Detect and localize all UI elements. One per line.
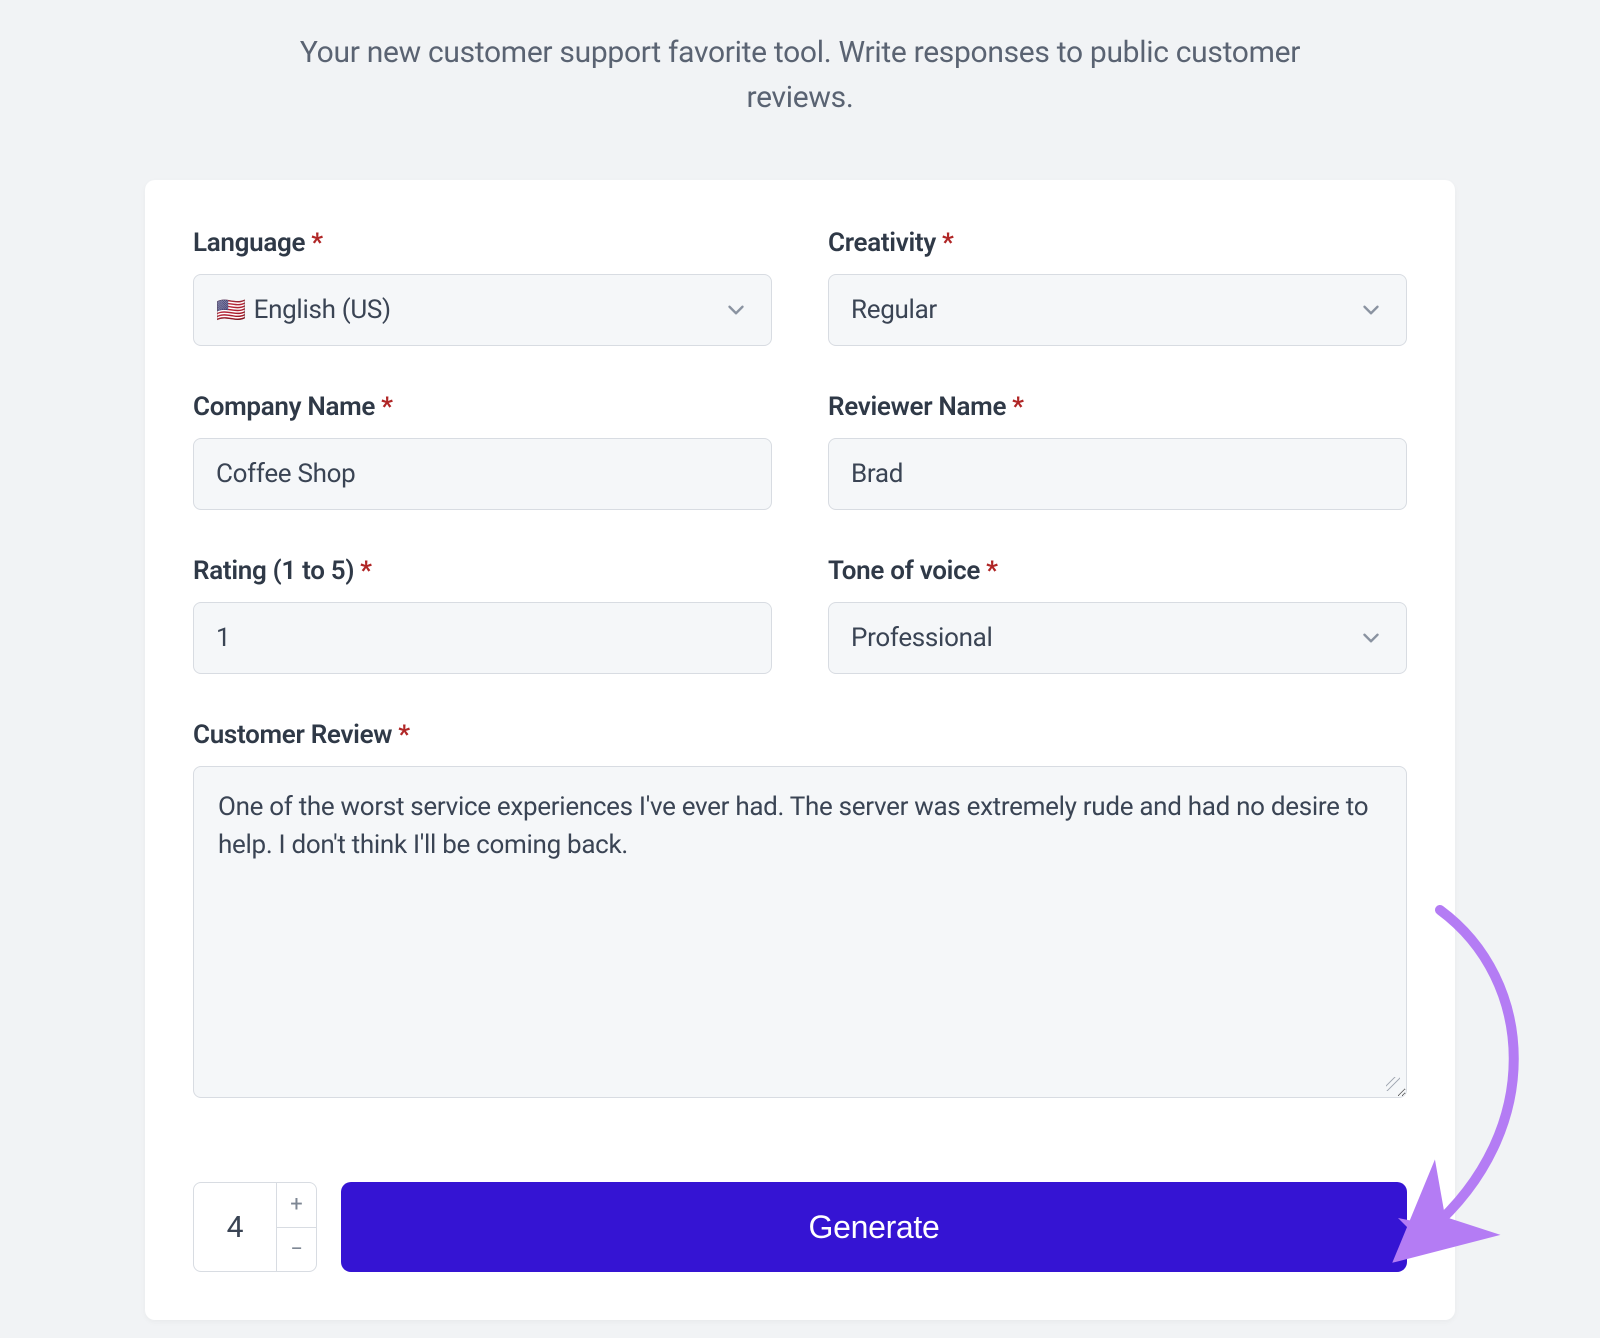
label-language: Language* bbox=[193, 228, 772, 258]
label-reviewer: Reviewer Name* bbox=[828, 392, 1407, 422]
label-company: Company Name* bbox=[193, 392, 772, 422]
stepper-plus[interactable]: + bbox=[277, 1183, 316, 1227]
required-mark: * bbox=[381, 392, 393, 422]
required-mark: * bbox=[1012, 392, 1024, 422]
field-tone: Tone of voice* Professional bbox=[828, 556, 1407, 674]
field-review: Customer Review* One of the worst servic… bbox=[193, 720, 1407, 1098]
field-company: Company Name* Coffee Shop bbox=[193, 392, 772, 510]
field-language: Language* 🇺🇸 English (US) bbox=[193, 228, 772, 346]
rating-input[interactable]: 1 bbox=[193, 602, 772, 674]
chevron-down-icon bbox=[723, 297, 749, 323]
review-textarea[interactable]: One of the worst service experiences I'v… bbox=[193, 766, 1407, 1098]
chevron-down-icon bbox=[1358, 625, 1384, 651]
input-value: Coffee Shop bbox=[216, 459, 355, 489]
label-text: Company Name bbox=[193, 392, 375, 422]
page-tagline: Your new customer support favorite tool.… bbox=[250, 30, 1350, 120]
required-mark: * bbox=[942, 228, 954, 258]
company-input[interactable]: Coffee Shop bbox=[193, 438, 772, 510]
required-mark: * bbox=[311, 228, 323, 258]
tone-select[interactable]: Professional bbox=[828, 602, 1407, 674]
textarea-value: One of the worst service experiences I'v… bbox=[218, 792, 1368, 860]
action-row: 4 + − Generate bbox=[193, 1182, 1407, 1272]
label-text: Tone of voice bbox=[828, 556, 980, 586]
label-text: Customer Review bbox=[193, 720, 392, 750]
language-value: English (US) bbox=[254, 295, 391, 325]
required-mark: * bbox=[398, 720, 410, 750]
language-select[interactable]: 🇺🇸 English (US) bbox=[193, 274, 772, 346]
label-text: Rating (1 to 5) bbox=[193, 556, 354, 586]
generate-button[interactable]: Generate bbox=[341, 1182, 1407, 1272]
required-mark: * bbox=[360, 556, 372, 586]
stepper-buttons: + − bbox=[276, 1183, 316, 1271]
reviewer-input[interactable]: Brad bbox=[828, 438, 1407, 510]
select-value: 🇺🇸 English (US) bbox=[216, 295, 391, 325]
stepper-value: 4 bbox=[194, 1183, 276, 1271]
select-value: Professional bbox=[851, 623, 993, 653]
input-value: 1 bbox=[216, 623, 230, 653]
label-review: Customer Review* bbox=[193, 720, 1407, 750]
select-value: Regular bbox=[851, 295, 937, 325]
stepper-minus[interactable]: − bbox=[277, 1227, 316, 1272]
label-text: Language bbox=[193, 228, 305, 258]
required-mark: * bbox=[986, 556, 998, 586]
form-card: Language* 🇺🇸English (US) Creativity* Reg… bbox=[145, 180, 1455, 1320]
field-reviewer: Reviewer Name* Brad bbox=[828, 392, 1407, 510]
count-stepper[interactable]: 4 + − bbox=[193, 1182, 317, 1272]
chevron-down-icon bbox=[1358, 297, 1384, 323]
label-creativity: Creativity* bbox=[828, 228, 1407, 258]
flag-icon: 🇺🇸 bbox=[216, 296, 246, 324]
field-creativity: Creativity* Regular bbox=[828, 228, 1407, 346]
label-text: Creativity bbox=[828, 228, 936, 258]
label-rating: Rating (1 to 5)* bbox=[193, 556, 772, 586]
label-text: Reviewer Name bbox=[828, 392, 1006, 422]
input-value: Brad bbox=[851, 459, 903, 489]
creativity-select[interactable]: Regular bbox=[828, 274, 1407, 346]
field-rating: Rating (1 to 5)* 1 bbox=[193, 556, 772, 674]
label-tone: Tone of voice* bbox=[828, 556, 1407, 586]
